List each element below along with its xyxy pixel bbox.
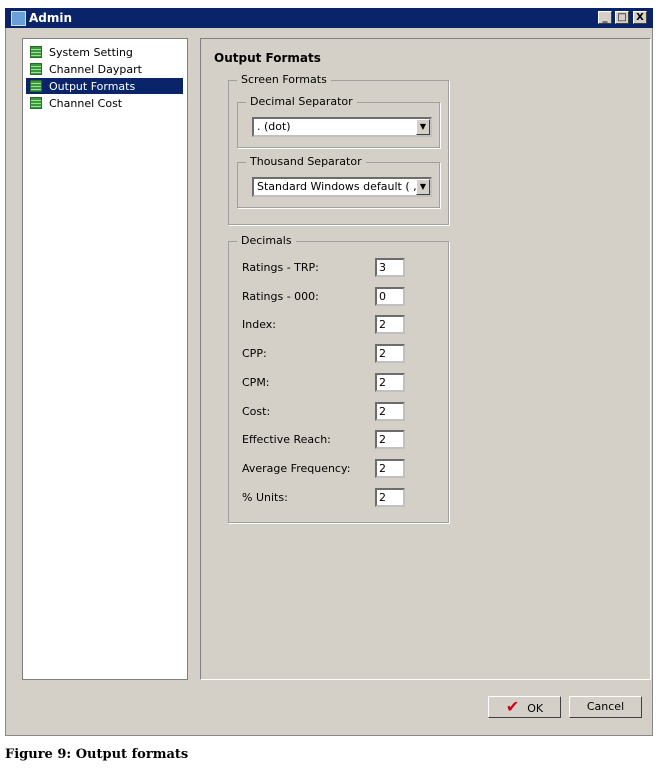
tree-item-label: Channel Daypart xyxy=(49,62,142,76)
decimal-input[interactable]: 2 xyxy=(375,315,405,335)
maximize-button[interactable]: □ xyxy=(615,11,629,24)
decimal-row: Average Frequency: 2 xyxy=(242,458,422,478)
select-value: . (dot) xyxy=(257,120,291,133)
tree-item-output-formats[interactable]: Output Formats xyxy=(26,78,183,94)
chevron-down-icon[interactable]: ▼ xyxy=(416,119,430,135)
field-label: Ratings - 000: xyxy=(242,289,319,303)
decimal-separator-select[interactable]: . (dot) ▼ xyxy=(252,117,432,137)
checkmark-icon: ✔ xyxy=(505,697,520,716)
tree-item-label: System Setting xyxy=(49,45,133,59)
decimal-input[interactable]: 0 xyxy=(375,286,405,306)
decimal-row: Cost: 2 xyxy=(242,401,422,421)
cancel-button[interactable]: Cancel xyxy=(569,696,642,718)
field-label: Cost: xyxy=(242,404,271,418)
group-label: Screen Formats xyxy=(237,73,331,86)
decimal-row: Index: 2 xyxy=(242,315,422,335)
decimal-input[interactable]: 3 xyxy=(375,258,405,277)
group-label: Decimal Separator xyxy=(246,95,357,108)
ok-button[interactable]: ✔ OK xyxy=(488,696,561,718)
decimal-row: Ratings - TRP: 3 xyxy=(242,258,422,277)
field-label: Average Frequency: xyxy=(242,461,351,475)
field-label: Effective Reach: xyxy=(242,433,331,447)
list-icon xyxy=(30,80,42,92)
list-icon xyxy=(30,46,42,58)
decimal-input[interactable]: 2 xyxy=(375,344,405,364)
figure-caption: Figure 9: Output formats xyxy=(5,747,189,762)
decimals-group: Decimals Ratings - TRP: 3 Ratings - 000: 0 I… xyxy=(228,234,449,523)
panel-title: Output Formats xyxy=(214,51,321,65)
thousand-separator-select[interactable]: Standard Windows default ( , ) ▼ xyxy=(252,177,432,197)
field-label: Ratings - TRP: xyxy=(242,261,319,274)
list-icon xyxy=(30,63,42,75)
decimal-row: Ratings - 000: 0 xyxy=(242,286,422,306)
thousand-separator-group: Thousand Separator Standard Windows defa… xyxy=(237,155,440,208)
field-label: CPP: xyxy=(242,347,267,361)
decimal-input[interactable]: 2 xyxy=(375,430,405,450)
decimal-input[interactable]: 2 xyxy=(375,458,405,478)
decimal-input[interactable]: 2 xyxy=(375,401,405,421)
window-title: Admin xyxy=(29,11,73,25)
navigation-tree: System Setting Channel Daypart Output Fo… xyxy=(22,38,188,680)
chevron-down-icon[interactable]: ▼ xyxy=(416,179,430,195)
group-label: Thousand Separator xyxy=(246,155,366,168)
tree-item-system-setting[interactable]: System Setting xyxy=(26,44,183,60)
screen-formats-group: Screen Formats Decimal Separator . (dot)… xyxy=(228,73,449,225)
decimal-row: CPP: 2 xyxy=(242,344,422,364)
tree-item-label: Output Formats xyxy=(49,79,136,93)
close-button[interactable]: X xyxy=(633,11,647,24)
ok-label: OK xyxy=(527,702,544,715)
tree-item-label: Channel Cost xyxy=(49,96,123,110)
minimize-button[interactable]: _ xyxy=(598,11,612,24)
decimal-row: % Units: 2 xyxy=(242,487,422,507)
decimal-separator-group: Decimal Separator . (dot) ▼ xyxy=(237,95,440,148)
select-value: Standard Windows default ( , ) xyxy=(257,180,425,193)
title-bar: Admin _ □ X xyxy=(5,8,653,28)
decimal-row: Effective Reach: 2 xyxy=(242,430,422,450)
app-icon xyxy=(11,11,26,26)
tree-item-channel-daypart[interactable]: Channel Daypart xyxy=(26,61,183,77)
decimal-input[interactable]: 2 xyxy=(375,372,405,392)
group-label: Decimals xyxy=(237,234,296,247)
decimal-input[interactable]: 2 xyxy=(375,487,405,507)
field-label: Index: xyxy=(242,318,276,332)
decimal-row: CPM: 2 xyxy=(242,372,422,392)
list-icon xyxy=(30,97,42,109)
field-label: % Units: xyxy=(242,490,288,504)
tree-item-channel-cost[interactable]: Channel Cost xyxy=(26,95,183,111)
field-label: CPM: xyxy=(242,375,270,389)
